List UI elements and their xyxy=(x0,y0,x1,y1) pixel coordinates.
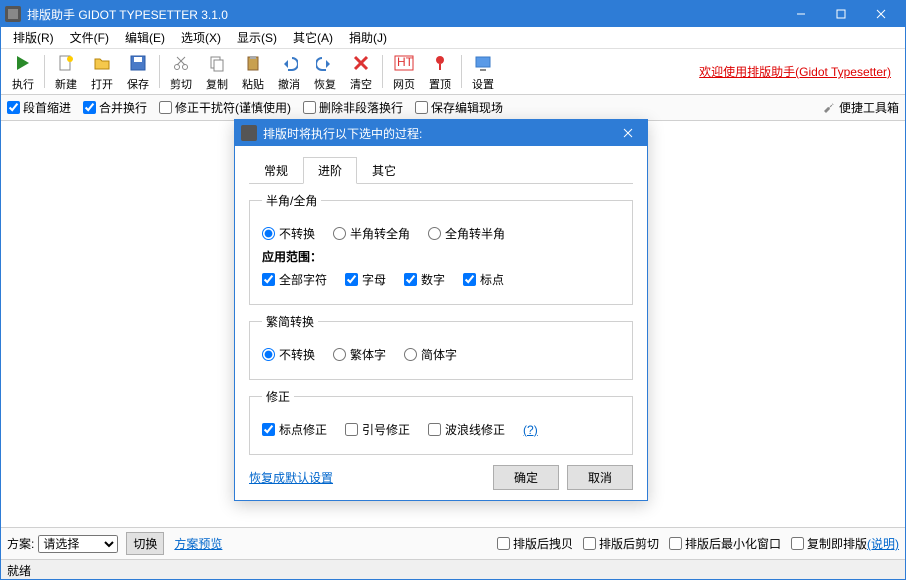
after-drag-checkbox[interactable]: 排版后拽贝 xyxy=(497,535,573,552)
settings-dialog: 排版时将执行以下选中的过程: 常规 进阶 其它 半角/全角 不转换 半角转全角 … xyxy=(234,119,648,501)
copy-icon xyxy=(206,52,228,74)
indent-checkbox[interactable]: 段首缩进 xyxy=(7,99,71,116)
tab-general[interactable]: 常规 xyxy=(249,157,303,184)
settings-button[interactable]: 设置 xyxy=(465,51,501,93)
menu-file[interactable]: 文件(F) xyxy=(62,27,117,48)
ts-no-convert-radio[interactable]: 不转换 xyxy=(262,346,315,363)
halfwidth-group: 半角/全角 不转换 半角转全角 全角转半角 应用范围： 全部字符 字母 数字 标… xyxy=(249,192,633,305)
new-button[interactable]: 新建 xyxy=(48,51,84,93)
dialog-title: 排版时将执行以下选中的过程: xyxy=(263,125,422,142)
no-convert-radio[interactable]: 不转换 xyxy=(262,225,315,242)
html-icon: HTML xyxy=(393,52,415,74)
menu-typeset[interactable]: 排版(R) xyxy=(5,27,62,48)
wave-fix-checkbox[interactable]: 波浪线修正 xyxy=(428,421,505,438)
save-scene-checkbox[interactable]: 保存编辑现场 xyxy=(415,99,503,116)
pin-top-button[interactable]: 置顶 xyxy=(422,51,458,93)
traditional-radio[interactable]: 繁体字 xyxy=(333,346,386,363)
scheme-label: 方案: xyxy=(7,535,34,552)
redo-icon xyxy=(314,52,336,74)
scissors-icon xyxy=(170,52,192,74)
undo-icon xyxy=(278,52,300,74)
menu-edit[interactable]: 编辑(E) xyxy=(117,27,173,48)
welcome-link[interactable]: 欢迎使用排版助手(Gidot Typesetter) xyxy=(699,63,901,80)
copy-button[interactable]: 复制 xyxy=(199,51,235,93)
menu-other[interactable]: 其它(A) xyxy=(285,27,341,48)
trad-simp-group: 繁简转换 不转换 繁体字 简体字 xyxy=(249,313,633,380)
quote-fix-checkbox[interactable]: 引号修正 xyxy=(345,421,410,438)
restore-defaults-link[interactable]: 恢复成默认设置 xyxy=(249,469,333,486)
scope-label: 应用范围： xyxy=(262,248,620,265)
preview-link[interactable]: 方案预览 xyxy=(174,535,222,552)
menu-display[interactable]: 显示(S) xyxy=(229,27,285,48)
monitor-icon xyxy=(472,52,494,74)
clear-button[interactable]: 清空 xyxy=(343,51,379,93)
tab-advanced[interactable]: 进阶 xyxy=(303,157,357,184)
app-icon xyxy=(5,6,21,22)
dialog-close-button[interactable] xyxy=(615,120,641,146)
clipboard-icon xyxy=(242,52,264,74)
half-to-full-radio[interactable]: 半角转全角 xyxy=(333,225,410,242)
cancel-button[interactable]: 取消 xyxy=(567,465,633,490)
numbers-checkbox[interactable]: 数字 xyxy=(404,271,445,288)
after-cut-checkbox[interactable]: 排版后剪切 xyxy=(583,535,659,552)
option-bar: 段首缩进 合并换行 修正干扰符(谨慎使用) 删除非段落换行 保存编辑现场 便捷工… xyxy=(1,95,905,121)
tab-other[interactable]: 其它 xyxy=(357,157,411,184)
save-icon xyxy=(127,52,149,74)
toolbox-link[interactable]: 便捷工具箱 xyxy=(822,99,899,116)
save-button[interactable]: 保存 xyxy=(120,51,156,93)
window-title: 排版助手 GIDOT TYPESETTER 3.1.0 xyxy=(27,6,781,23)
merge-wrap-checkbox[interactable]: 合并换行 xyxy=(83,99,147,116)
toolbar: 执行 新建 打开 保存 剪切 复制 粘贴 撤消 恢复 清空 HTML网页 置顶 … xyxy=(1,49,905,95)
close-button[interactable] xyxy=(861,1,901,27)
scheme-select[interactable]: 请选择 xyxy=(38,535,118,553)
switch-button[interactable]: 切换 xyxy=(126,532,164,555)
note-link[interactable]: (说明) xyxy=(867,535,899,552)
fix-interference-checkbox[interactable]: 修正干扰符(谨慎使用) xyxy=(159,99,291,116)
letters-checkbox[interactable]: 字母 xyxy=(345,271,386,288)
wrench-icon xyxy=(822,101,836,115)
new-icon xyxy=(55,52,77,74)
dialog-title-bar: 排版时将执行以下选中的过程: xyxy=(235,120,647,146)
copy-then-typeset-checkbox[interactable]: 复制即排版 xyxy=(791,535,867,552)
play-icon xyxy=(12,52,34,74)
punctuation-checkbox[interactable]: 标点 xyxy=(463,271,504,288)
paste-button[interactable]: 粘贴 xyxy=(235,51,271,93)
ok-button[interactable]: 确定 xyxy=(493,465,559,490)
status-text: 就绪 xyxy=(7,564,31,578)
open-button[interactable]: 打开 xyxy=(84,51,120,93)
punctuation-fix-checkbox[interactable]: 标点修正 xyxy=(262,421,327,438)
execute-button[interactable]: 执行 xyxy=(5,51,41,93)
menu-options[interactable]: 选项(X) xyxy=(173,27,229,48)
bottom-bar: 方案: 请选择 切换 方案预览 排版后拽贝 排版后剪切 排版后最小化窗口 复制即… xyxy=(1,527,905,559)
simplified-radio[interactable]: 简体字 xyxy=(404,346,457,363)
undo-button[interactable]: 撤消 xyxy=(271,51,307,93)
status-bar: 就绪 xyxy=(1,559,905,579)
cut-button[interactable]: 剪切 xyxy=(163,51,199,93)
menu-donate[interactable]: 捐助(J) xyxy=(341,27,395,48)
pin-icon xyxy=(429,52,451,74)
after-minimize-checkbox[interactable]: 排版后最小化窗口 xyxy=(669,535,781,552)
menu-bar: 排版(R) 文件(F) 编辑(E) 选项(X) 显示(S) 其它(A) 捐助(J… xyxy=(1,27,905,49)
all-chars-checkbox[interactable]: 全部字符 xyxy=(262,271,327,288)
fix-group: 修正 标点修正 引号修正 波浪线修正 (?) xyxy=(249,388,633,455)
title-bar: 排版助手 GIDOT TYPESETTER 3.1.0 xyxy=(1,1,905,27)
minimize-button[interactable] xyxy=(781,1,821,27)
help-link[interactable]: (?) xyxy=(523,423,538,437)
full-to-half-radio[interactable]: 全角转半角 xyxy=(428,225,505,242)
svg-text:HTML: HTML xyxy=(397,55,414,69)
folder-open-icon xyxy=(91,52,113,74)
delete-non-paragraph-checkbox[interactable]: 删除非段落换行 xyxy=(303,99,403,116)
dialog-app-icon xyxy=(241,125,257,141)
dialog-tabs: 常规 进阶 其它 xyxy=(249,156,633,184)
redo-button[interactable]: 恢复 xyxy=(307,51,343,93)
maximize-button[interactable] xyxy=(821,1,861,27)
clear-icon xyxy=(350,52,372,74)
webpage-button[interactable]: HTML网页 xyxy=(386,51,422,93)
